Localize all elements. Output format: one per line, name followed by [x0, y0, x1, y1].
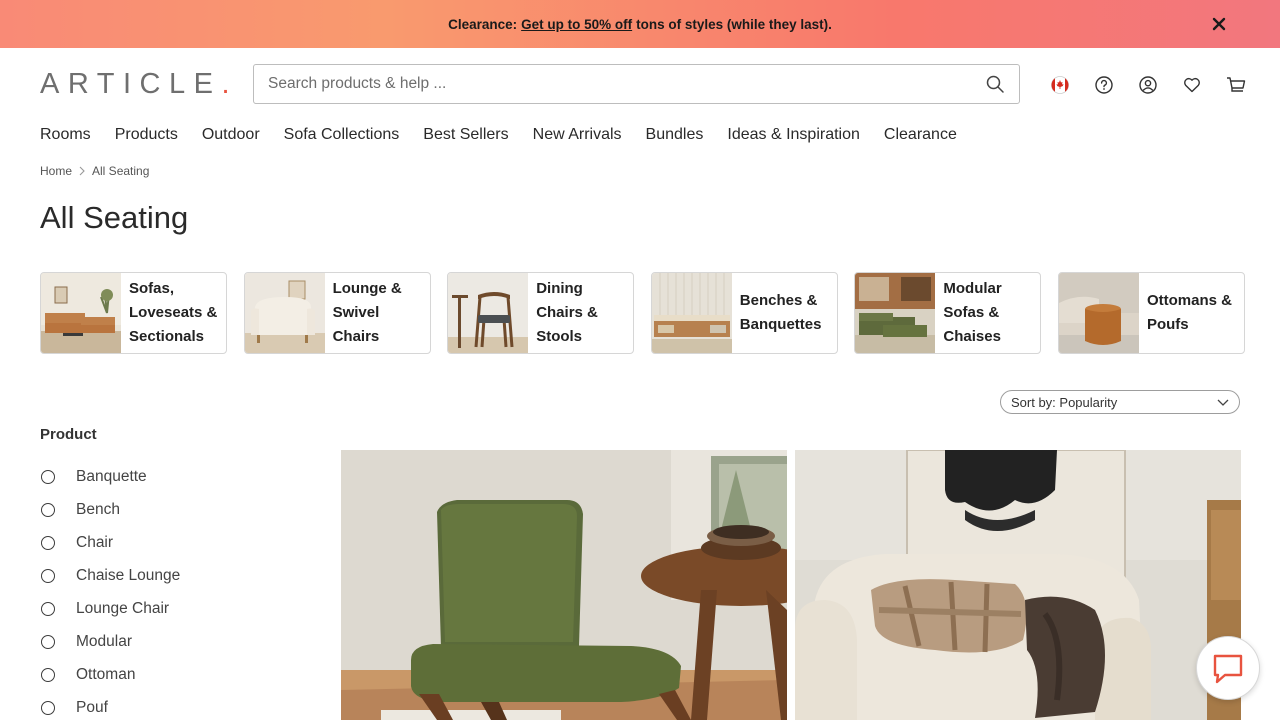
- filter-option-modular[interactable]: Modular: [40, 625, 180, 658]
- account-icon[interactable]: [1136, 74, 1160, 96]
- nav-item-rooms[interactable]: Rooms: [40, 126, 91, 144]
- header-icons: [1048, 74, 1248, 96]
- radio-button[interactable]: [41, 700, 55, 715]
- filter-label: Bench: [76, 500, 120, 518]
- banner-suffix: tons of styles (while they last).: [636, 16, 832, 32]
- chevron-down-icon: [1217, 399, 1229, 406]
- help-icon[interactable]: [1092, 74, 1116, 96]
- category-thumb-modular: [855, 273, 936, 353]
- chevron-right-icon: [79, 166, 85, 176]
- filter-label: Banquette: [76, 467, 147, 485]
- category-thumb-benches: [651, 273, 732, 353]
- nav-item-clearance[interactable]: Clearance: [884, 126, 957, 144]
- filter-label: Ottoman: [76, 665, 136, 683]
- chat-icon: [1213, 654, 1243, 684]
- filter-list: Banquette Bench Chair Chaise Lounge Loun…: [40, 460, 180, 720]
- main-nav: Rooms Products Outdoor Sofa Collections …: [40, 126, 957, 144]
- radio-button[interactable]: [41, 502, 55, 517]
- filter-option-lounge-chair[interactable]: Lounge Chair: [40, 592, 180, 625]
- filter-title: Product: [40, 426, 97, 443]
- radio-button[interactable]: [41, 469, 55, 484]
- category-card-sofas[interactable]: Sofas, Loveseats & Sectionals: [40, 272, 227, 354]
- category-label: Ottomans & Poufs: [1146, 292, 1232, 333]
- logo[interactable]: ARTICLE.: [40, 66, 230, 102]
- breadcrumb-current: All Seating: [92, 164, 150, 178]
- logo-dot: .: [221, 67, 230, 100]
- category-label: Sofas, Loveseats & Sectionals: [129, 280, 218, 345]
- breadcrumb: Home All Seating: [40, 164, 149, 178]
- search-icon[interactable]: [985, 74, 1005, 94]
- product-image-lounge-chair[interactable]: [795, 450, 1241, 720]
- logo-text: ARTICLE: [40, 67, 222, 100]
- search-bar: [253, 64, 1020, 104]
- category-cards: Sofas, Loveseats & Sectionals Lounge & S…: [40, 272, 1245, 354]
- filter-option-chaise-lounge[interactable]: Chaise Lounge: [40, 559, 180, 592]
- nav-item-ideas[interactable]: Ideas & Inspiration: [727, 126, 860, 144]
- nav-item-products[interactable]: Products: [115, 126, 178, 144]
- chat-button[interactable]: [1196, 636, 1260, 700]
- filter-label: Modular: [76, 632, 132, 650]
- filter-label: Lounge Chair: [76, 599, 170, 617]
- filter-option-ottoman[interactable]: Ottoman: [40, 658, 180, 691]
- category-thumb-dining-chairs: [448, 273, 529, 353]
- cart-icon[interactable]: [1224, 74, 1248, 96]
- filter-option-pouf[interactable]: Pouf: [40, 691, 180, 720]
- sort-dropdown[interactable]: Sort by: Popularity: [1000, 390, 1240, 414]
- search-input[interactable]: [268, 75, 985, 93]
- product-image-dining-chair[interactable]: [341, 450, 787, 720]
- category-card-lounge-chairs[interactable]: Lounge & Swivel Chairs: [243, 272, 431, 354]
- page-title: All Seating: [40, 200, 189, 235]
- radio-button[interactable]: [41, 568, 55, 583]
- category-card-benches[interactable]: Benches & Banquettes: [650, 272, 838, 354]
- nav-item-new-arrivals[interactable]: New Arrivals: [533, 126, 622, 144]
- promo-banner: Clearance: Get up to 50% off tons of sty…: [0, 0, 1280, 48]
- filter-label: Pouf: [76, 698, 108, 716]
- nav-item-bundles[interactable]: Bundles: [646, 126, 704, 144]
- radio-button[interactable]: [41, 535, 55, 550]
- nav-item-sofa-collections[interactable]: Sofa Collections: [284, 126, 400, 144]
- canada-flag-icon[interactable]: [1048, 74, 1072, 96]
- nav-item-best-sellers[interactable]: Best Sellers: [423, 126, 508, 144]
- filter-option-bench[interactable]: Bench: [40, 493, 180, 526]
- filter-option-chair[interactable]: Chair: [40, 526, 180, 559]
- heart-icon[interactable]: [1180, 74, 1204, 96]
- banner-link[interactable]: Get up to 50% off: [521, 17, 632, 32]
- category-label: Dining Chairs & Stools: [536, 280, 598, 345]
- filter-label: Chair: [76, 533, 114, 551]
- filter-option-banquette[interactable]: Banquette: [40, 460, 180, 493]
- category-card-modular[interactable]: Modular Sofas & Chaises: [854, 272, 1042, 354]
- category-card-ottomans[interactable]: Ottomans & Poufs: [1057, 272, 1245, 354]
- category-thumb-ottomans: [1058, 273, 1139, 353]
- category-card-dining-chairs[interactable]: Dining Chairs & Stools: [447, 272, 635, 354]
- sort-label: Sort by: Popularity: [1011, 394, 1118, 410]
- category-thumb-lounge-chairs: [244, 273, 325, 353]
- nav-item-outdoor[interactable]: Outdoor: [202, 126, 260, 144]
- category-label: Lounge & Swivel Chairs: [332, 280, 402, 345]
- banner-prefix: Clearance:: [448, 16, 518, 32]
- radio-button[interactable]: [41, 601, 55, 616]
- radio-button[interactable]: [41, 667, 55, 682]
- close-icon[interactable]: [1210, 15, 1228, 33]
- breadcrumb-home[interactable]: Home: [40, 164, 72, 178]
- category-label: Modular Sofas & Chaises: [943, 280, 1002, 345]
- category-label: Benches & Banquettes: [739, 292, 822, 333]
- category-thumb-sofas: [41, 273, 121, 353]
- filter-label: Chaise Lounge: [76, 566, 181, 584]
- radio-button[interactable]: [41, 634, 55, 649]
